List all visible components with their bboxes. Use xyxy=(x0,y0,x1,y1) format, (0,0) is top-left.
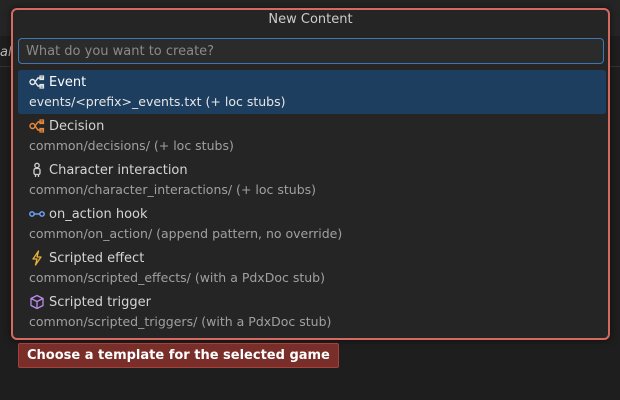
item-detail: events/<prefix>_events.txt (+ loc stubs) xyxy=(29,94,286,109)
list-item-scripted-effect[interactable]: Scripted effect common/scripted_effects/… xyxy=(18,246,606,290)
create-search-input[interactable] xyxy=(18,38,604,64)
item-detail: common/scripted_triggers/ (with a PdxDoc… xyxy=(29,314,332,329)
lightning-icon xyxy=(29,250,45,266)
cube-icon xyxy=(29,294,45,310)
item-detail: common/scripted_effects/ (with a PdxDoc … xyxy=(29,270,325,285)
event-icon xyxy=(29,74,45,90)
item-label: Event xyxy=(49,74,87,90)
character-icon xyxy=(29,162,45,178)
status-tooltip: Choose a template for the selected game xyxy=(18,343,339,368)
list-item-scripted-trigger[interactable]: Scripted trigger common/scripted_trigger… xyxy=(18,290,606,334)
item-detail: common/decisions/ (+ loc stubs) xyxy=(29,138,234,153)
quick-pick-title: New Content xyxy=(268,12,353,27)
list-item-decision[interactable]: Decision common/decisions/ (+ loc stubs) xyxy=(18,114,606,158)
list-item-event[interactable]: Event events/<prefix>_events.txt (+ loc … xyxy=(18,70,606,114)
item-label: on_action hook xyxy=(49,206,148,222)
editor-text-fragment: al xyxy=(0,45,12,60)
template-list: Event events/<prefix>_events.txt (+ loc … xyxy=(18,70,606,334)
item-label: Scripted effect xyxy=(49,250,145,266)
item-label: Scripted trigger xyxy=(49,294,151,310)
new-content-quick-pick: New Content Event events/<prefix>_events… xyxy=(11,8,610,340)
list-item-character-interaction[interactable]: Character interaction common/character_i… xyxy=(18,158,606,202)
item-label: Character interaction xyxy=(49,162,188,178)
hook-icon xyxy=(29,206,45,222)
list-item-on-action-hook[interactable]: on_action hook common/on_action/ (append… xyxy=(18,202,606,246)
decision-icon xyxy=(29,118,45,134)
item-label: Decision xyxy=(49,118,105,134)
item-detail: common/on_action/ (append pattern, no ov… xyxy=(29,226,343,241)
item-detail: common/character_interactions/ (+ loc st… xyxy=(29,182,317,197)
